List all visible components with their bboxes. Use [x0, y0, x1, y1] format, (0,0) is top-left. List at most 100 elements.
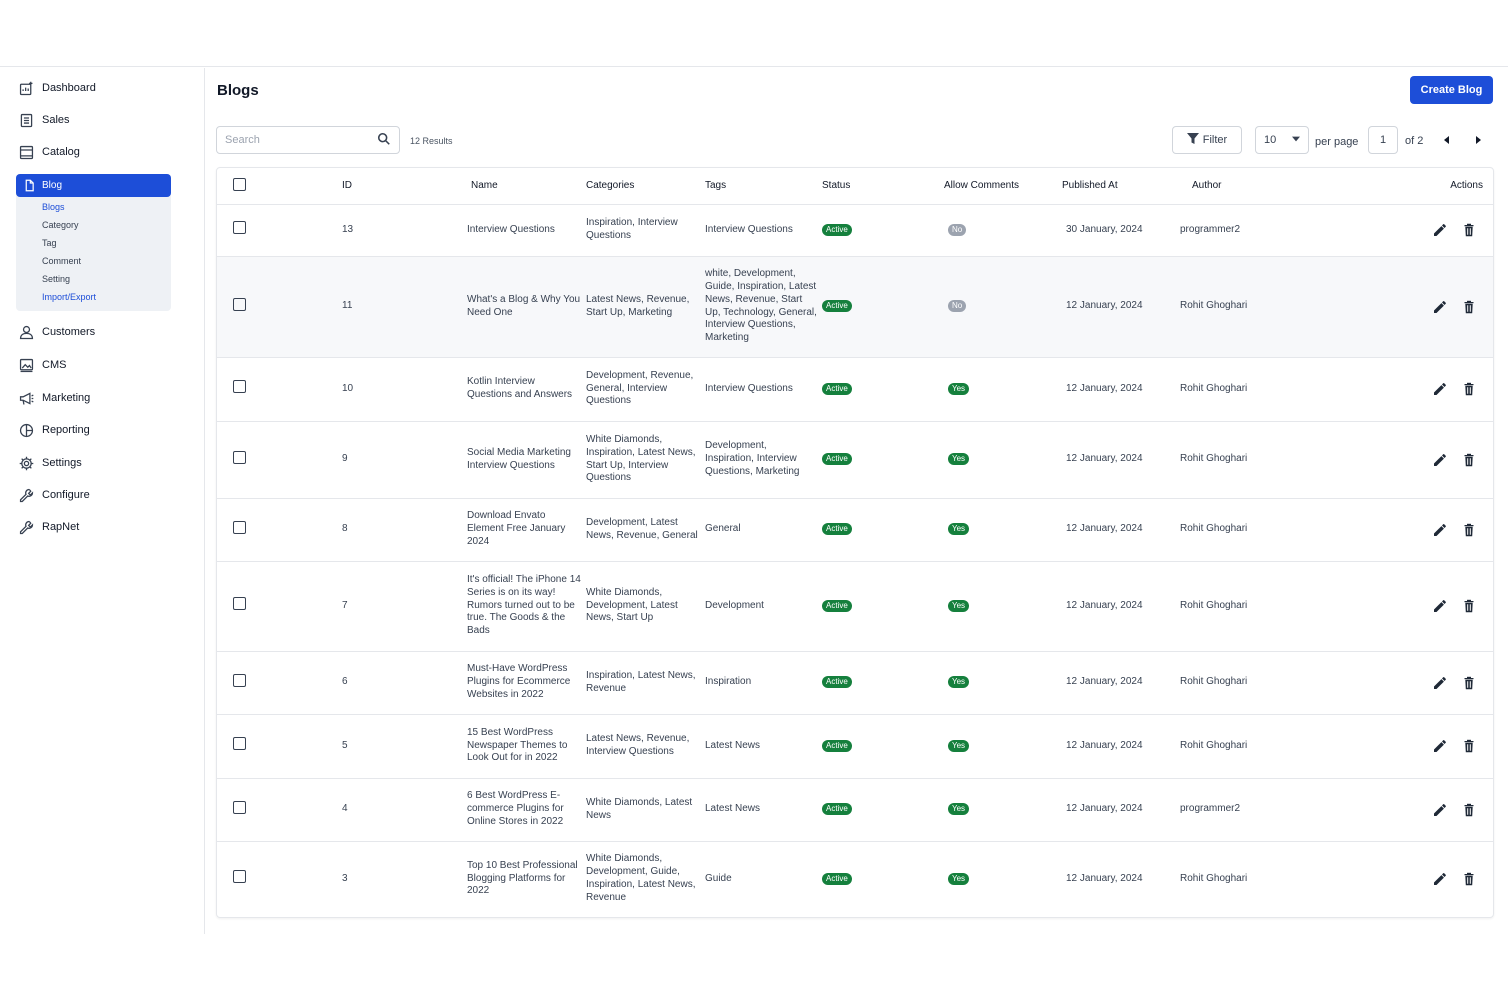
sidebar-item-sales[interactable]: Sales — [16, 108, 171, 132]
comments-badge: Yes — [948, 453, 970, 466]
sidebar-item-catalog[interactable]: Catalog — [16, 140, 171, 164]
row-checkbox[interactable] — [233, 450, 246, 464]
delete-icon[interactable] — [1461, 299, 1477, 315]
sidebar-subitem-blogs[interactable]: Blogs — [42, 202, 65, 212]
edit-icon[interactable] — [1432, 675, 1448, 691]
select-all-checkbox[interactable] — [233, 177, 246, 191]
row-checkbox[interactable] — [233, 297, 246, 311]
table-row: 6 Must-Have WordPress Plugins for Ecomme… — [217, 651, 1493, 715]
row-name[interactable]: 6 Best WordPress E-commerce Plugins for … — [467, 778, 586, 842]
row-checkbox[interactable] — [233, 800, 246, 814]
sidebar-item-reporting[interactable]: Reporting — [16, 418, 171, 442]
column-header-author[interactable]: Author — [1180, 168, 1298, 205]
comments-badge: Yes — [948, 872, 970, 885]
status-badge: Active — [822, 223, 852, 236]
delete-icon[interactable] — [1461, 452, 1477, 468]
file-icon — [20, 179, 38, 192]
row-tags: Development, Inspiration, Interview Ques… — [705, 421, 822, 499]
row-checkbox[interactable] — [233, 221, 246, 235]
edit-icon[interactable] — [1432, 299, 1448, 315]
next-page-icon[interactable] — [1471, 133, 1485, 147]
comments-badge: Yes — [948, 523, 970, 536]
edit-icon[interactable] — [1432, 802, 1448, 818]
column-header-tags[interactable]: Tags — [705, 168, 822, 205]
row-checkbox[interactable] — [233, 380, 246, 394]
row-checkbox[interactable] — [233, 673, 246, 687]
column-header-status[interactable]: Status — [822, 168, 944, 205]
row-categories: Development, Revenue, General, Interview… — [586, 357, 705, 422]
row-checkbox[interactable] — [233, 520, 246, 534]
status-badge: Active — [822, 382, 852, 395]
row-author: Rohit Ghoghari — [1180, 651, 1298, 715]
sidebar-item-customers[interactable]: Customers — [16, 320, 171, 344]
row-name[interactable]: Top 10 Best Professional Blogging Platfo… — [467, 841, 586, 917]
prev-page-icon[interactable] — [1440, 133, 1454, 147]
sidebar-item-configure[interactable]: Configure — [16, 483, 171, 507]
filter-label: Filter — [1202, 134, 1228, 146]
sidebar-item-blog[interactable]: Blog — [16, 174, 171, 197]
edit-icon[interactable] — [1432, 738, 1448, 754]
megaphone-icon — [16, 388, 36, 408]
row-author: programmer2 — [1180, 778, 1298, 842]
sidebar-subitem-category[interactable]: Category — [42, 220, 79, 230]
row-name[interactable]: Kotlin Interview Questions and Answers — [467, 357, 586, 422]
row-author: Rohit Ghoghari — [1180, 841, 1298, 917]
delete-icon[interactable] — [1461, 802, 1477, 818]
row-checkbox[interactable] — [233, 597, 246, 611]
sidebar-subitem-tag[interactable]: Tag — [42, 238, 57, 248]
sidebar-item-settings[interactable]: Settings — [16, 451, 171, 475]
delete-icon[interactable] — [1461, 222, 1477, 238]
sidebar-item-dashboard[interactable]: Dashboard — [16, 76, 171, 100]
edit-icon[interactable] — [1432, 381, 1448, 397]
edit-icon[interactable] — [1432, 452, 1448, 468]
row-name[interactable]: It's official! The iPhone 14 Series is o… — [467, 561, 586, 652]
search-input[interactable] — [225, 134, 377, 146]
edit-icon[interactable] — [1432, 222, 1448, 238]
edit-icon[interactable] — [1432, 522, 1448, 538]
row-categories: White Diamonds, Latest News — [586, 778, 705, 842]
sidebar-item-label: Dashboard — [42, 82, 96, 94]
sidebar-subitem-comment[interactable]: Comment — [42, 256, 81, 266]
edit-icon[interactable] — [1432, 598, 1448, 614]
row-name[interactable]: Must-Have WordPress Plugins for Ecommerc… — [467, 651, 586, 715]
delete-icon[interactable] — [1461, 381, 1477, 397]
row-checkbox[interactable] — [233, 870, 246, 884]
comments-badge: No — [948, 223, 967, 236]
sidebar-item-cms[interactable]: CMS — [16, 353, 171, 377]
create-blog-button[interactable]: Create Blog — [1410, 76, 1493, 104]
column-header-published-at[interactable]: Published At — [1062, 168, 1180, 205]
page-number-input[interactable]: 1 — [1368, 126, 1398, 154]
delete-icon[interactable] — [1461, 598, 1477, 614]
search-icon[interactable] — [377, 132, 391, 149]
column-header-name[interactable]: Name — [467, 168, 586, 205]
row-name[interactable]: Download Envato Element Free January 202… — [467, 498, 586, 562]
per-page-select[interactable]: 10 — [1255, 126, 1309, 154]
row-author: Rohit Ghoghari — [1180, 421, 1298, 499]
sidebar-subitem-setting[interactable]: Setting — [42, 274, 70, 284]
edit-icon[interactable] — [1432, 871, 1448, 887]
delete-icon[interactable] — [1461, 738, 1477, 754]
status-badge: Active — [822, 739, 852, 752]
column-header-id[interactable]: ID — [342, 168, 467, 205]
status-badge: Active — [822, 599, 852, 612]
row-checkbox[interactable] — [233, 737, 246, 751]
delete-icon[interactable] — [1461, 675, 1477, 691]
catalog-icon — [16, 142, 36, 162]
row-id: 8 — [342, 498, 467, 562]
row-name[interactable]: What's a Blog & Why You Need One — [467, 256, 586, 358]
comments-badge: No — [948, 300, 967, 313]
comments-badge: Yes — [948, 676, 970, 689]
column-header-allow-comments[interactable]: Allow Comments — [944, 168, 1062, 205]
filter-button[interactable]: Filter — [1172, 126, 1242, 154]
sidebar-item-marketing[interactable]: Marketing — [16, 386, 171, 410]
row-name[interactable]: Interview Questions — [467, 204, 586, 257]
dashboard-icon — [16, 78, 36, 98]
table-header-row: ID Name Categories Tags Status Allow Com… — [217, 168, 1493, 205]
delete-icon[interactable] — [1461, 871, 1477, 887]
column-header-categories[interactable]: Categories — [586, 168, 705, 205]
sidebar-subitem-import-export[interactable]: Import/Export — [42, 292, 96, 302]
sidebar-item-rapnet[interactable]: RapNet — [16, 515, 171, 539]
row-name[interactable]: 15 Best WordPress Newspaper Themes to Lo… — [467, 714, 586, 779]
delete-icon[interactable] — [1461, 522, 1477, 538]
row-name[interactable]: Social Media Marketing Interview Questio… — [467, 421, 586, 499]
